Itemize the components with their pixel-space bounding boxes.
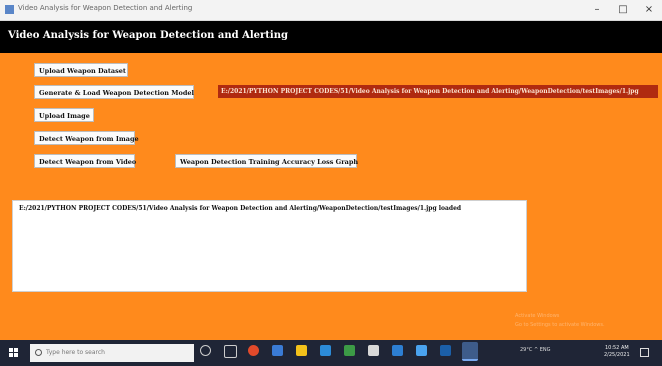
maximize-button[interactable]: □	[610, 0, 636, 20]
window-titlebar: Video Analysis for Weapon Detection and …	[0, 0, 662, 21]
accuracy-loss-graph-button[interactable]: Weapon Detection Training Accuracy Loss …	[175, 154, 358, 168]
path-label: E:/2021/PYTHON PROJECT CODES/51/Video An…	[218, 85, 658, 98]
app-icon-green[interactable]	[344, 345, 355, 356]
generate-model-button[interactable]: Generate & Load Weapon Detection Model	[34, 85, 194, 99]
detect-image-button[interactable]: Detect Weapon from Image	[34, 131, 139, 145]
notification-icon[interactable]	[640, 348, 649, 357]
minimize-button[interactable]: –	[584, 0, 610, 20]
clock-time: 10:52 AM	[604, 345, 629, 351]
cortana-icon[interactable]	[200, 345, 211, 356]
app-title: Video Analysis for Weapon Detection and …	[8, 30, 288, 41]
windows-start-icon[interactable]	[9, 348, 19, 358]
detect-video-button[interactable]: Detect Weapon from Video	[34, 154, 136, 168]
terminal-icon[interactable]	[416, 345, 427, 356]
output-textarea[interactable]: E:/2021/PYTHON PROJECT CODES/51/Video An…	[12, 200, 527, 292]
output-text: E:/2021/PYTHON PROJECT CODES/51/Video An…	[19, 205, 462, 212]
store-icon[interactable]	[272, 345, 283, 356]
search-icon	[35, 349, 42, 356]
python-app-icon[interactable]	[462, 342, 478, 361]
task-view-icon[interactable]	[224, 345, 237, 358]
edge-icon[interactable]	[320, 345, 331, 356]
editor-icon[interactable]	[440, 345, 451, 356]
upload-image-button[interactable]: Upload Image	[34, 108, 94, 122]
window-title: Video Analysis for Weapon Detection and …	[18, 4, 193, 12]
app-header: Video Analysis for Weapon Detection and …	[0, 21, 662, 53]
activation-watermark: Activate Windows Go to Settings to activ…	[515, 312, 625, 330]
search-placeholder: Type here to search	[46, 349, 105, 356]
taskbar: Type here to search 29°C ^ ENG 10:52 AM …	[0, 340, 662, 366]
file-explorer-icon[interactable]	[296, 345, 307, 356]
clock-date: 2/25/2021	[604, 352, 630, 358]
taskbar-search-input[interactable]: Type here to search	[30, 344, 194, 362]
chrome-icon[interactable]	[248, 345, 259, 356]
app-icon-blue[interactable]	[392, 345, 403, 356]
app-icon-gray[interactable]	[368, 345, 379, 356]
system-tray[interactable]: 29°C ^ ENG	[520, 347, 551, 359]
taskbar-clock[interactable]: 10:52 AM 2/25/2021	[604, 345, 630, 359]
watermark-line-1: Activate Windows	[515, 313, 560, 319]
watermark-line-2: Go to Settings to activate Windows.	[515, 322, 605, 328]
upload-dataset-button[interactable]: Upload Weapon Dataset	[34, 63, 128, 77]
app-icon	[5, 5, 14, 14]
close-button[interactable]: ×	[636, 0, 662, 20]
